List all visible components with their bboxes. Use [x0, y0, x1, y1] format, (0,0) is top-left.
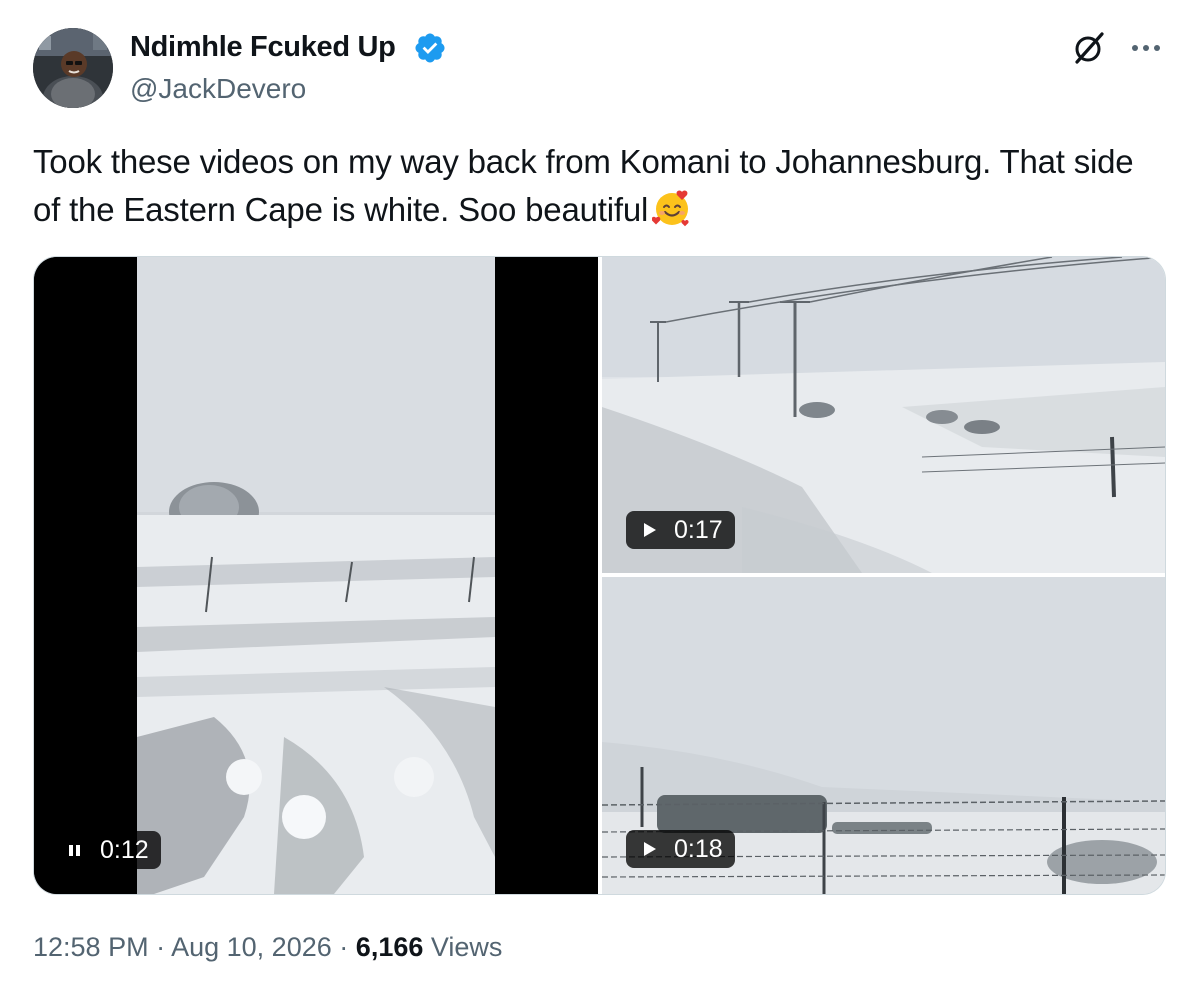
footer-separator: ·: [156, 932, 166, 962]
more-options-icon[interactable]: [1127, 38, 1165, 58]
media-grid: 0:12 0:17 0:18: [33, 256, 1166, 895]
tweet-date[interactable]: Aug 10, 2026: [171, 932, 332, 962]
views-count[interactable]: 6,166: [356, 932, 424, 962]
tweet-body: Took these videos on my way back from Ko…: [33, 143, 1134, 228]
video-3-duration: 0:18: [674, 835, 723, 863]
video-1-frame: [34, 257, 598, 894]
grok-icon[interactable]: [1071, 30, 1107, 66]
play-icon[interactable]: [640, 840, 658, 858]
author-handle[interactable]: @JackDevero: [130, 71, 306, 107]
tweet-text: Took these videos on my way back from Ko…: [33, 138, 1153, 234]
views-label[interactable]: Views: [431, 932, 503, 962]
author-display-name[interactable]: Ndimhle Fcuked Up: [130, 28, 396, 66]
video-3-duration-badge: 0:18: [626, 830, 735, 868]
smiling-face-with-hearts-icon: [652, 190, 689, 227]
tweet-time[interactable]: 12:58 PM: [33, 932, 149, 962]
avatar-image: [33, 28, 113, 108]
tweet-footer: 12:58 PM · Aug 10, 2026 · 6,166 Views: [33, 928, 502, 966]
tweet: Ndimhle Fcuked Up @JackDevero Took these…: [0, 0, 1192, 985]
footer-separator: ·: [339, 932, 349, 962]
video-2-duration: 0:17: [674, 516, 723, 544]
video-1-duration: 0:12: [100, 836, 149, 864]
play-icon[interactable]: [640, 521, 658, 539]
video-2-duration-badge: 0:17: [626, 511, 735, 549]
verified-badge-icon[interactable]: [413, 31, 447, 65]
video-1[interactable]: 0:12: [34, 257, 598, 894]
pause-icon[interactable]: [66, 841, 84, 859]
avatar[interactable]: [33, 28, 113, 108]
video-1-duration-badge: 0:12: [52, 831, 161, 869]
video-2[interactable]: 0:17: [602, 257, 1165, 573]
video-3[interactable]: 0:18: [602, 577, 1165, 894]
